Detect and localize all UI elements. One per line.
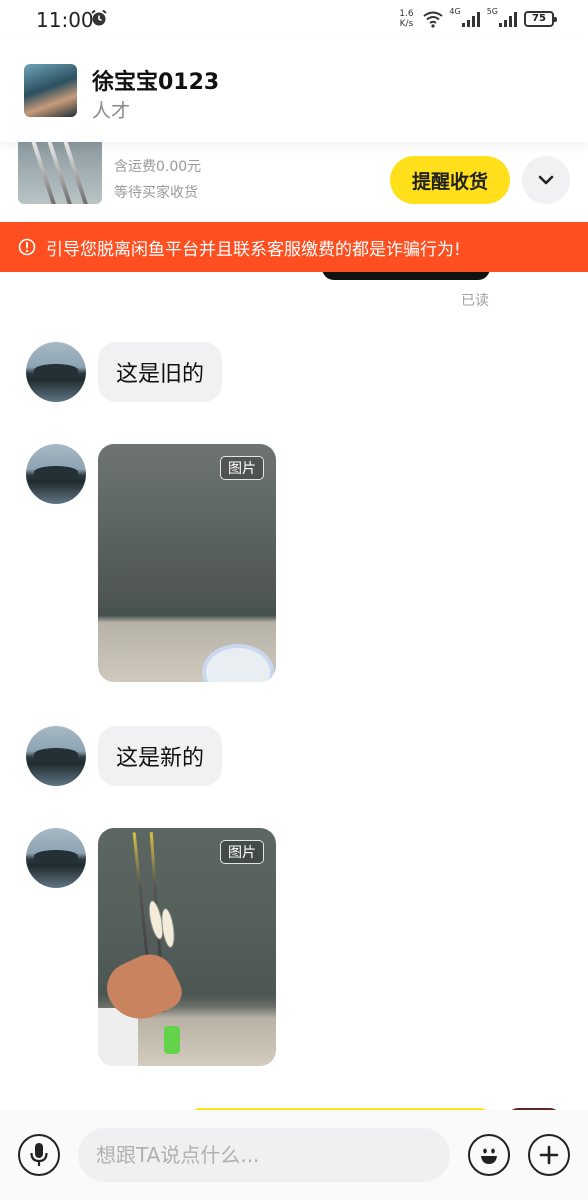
sender-avatar[interactable] [26,444,86,504]
read-status: 已读 [461,293,489,309]
chat-header: 徐宝宝0123 人才 [0,38,588,142]
image-tag: 图片 [220,840,264,864]
battery-icon: 75 [524,11,557,27]
message-image[interactable]: 图片 [98,828,276,1066]
more-button[interactable] [528,1134,570,1176]
voice-button[interactable] [18,1134,60,1176]
cell-signal-icon [499,12,517,27]
bowl-in-photo [202,644,274,682]
order-status: 等待买家收货 [114,185,198,201]
shipping-fee: 含运费0.00元 [114,159,202,175]
previous-message-bubble[interactable] [322,272,490,280]
message-bubble[interactable]: 这是旧的 [98,342,223,402]
sender-avatar[interactable] [26,726,86,786]
plus-icon [539,1145,559,1165]
signal-1-label: 4G [449,7,461,16]
image-tag: 图片 [220,456,264,480]
contact-avatar[interactable] [24,64,77,117]
alarm-icon [91,9,107,26]
signal-2-label: 5G [486,7,498,16]
status-icons: 1.6 K/s 4G 5G 75 [395,7,557,31]
message-input[interactable] [78,1128,450,1182]
green-tag-in-photo [164,1026,180,1054]
input-bar [0,1110,588,1200]
wifi-icon [423,11,444,28]
message-bubble[interactable]: 这是新的 [98,726,223,786]
status-time: 11:00 [36,8,94,32]
expand-button[interactable] [522,156,570,204]
message-list[interactable]: 已读 这是旧的 图片 这是新的 图片 [0,272,588,1110]
emoji-button[interactable] [468,1134,510,1176]
order-card[interactable]: 含运费0.00元 等待买家收货 提醒收货 [0,142,588,222]
float-body [159,907,177,949]
message-image[interactable]: 图片 [98,444,276,682]
fraud-warning-banner: 引导您脱离闲鱼平台并且联系客服缴费的都是诈骗行为! [0,222,588,272]
product-thumbnail[interactable] [18,142,102,204]
sender-avatar[interactable] [26,828,86,888]
sender-avatar[interactable] [26,342,86,402]
status-bar: 11:00 1.6 K/s 4G 5G 75 [0,0,588,38]
warning-icon [18,238,36,256]
network-speed: 1.6 K/s [399,9,414,29]
cell-signal-icon [461,12,480,27]
chat-screen: 11:00 1.6 K/s 4G 5G 75 徐宝宝0123 人才 含运费0.0… [0,0,588,1200]
contact-subtitle: 人才 [92,100,131,122]
contact-name[interactable]: 徐宝宝0123 [92,64,219,96]
warning-text: 引导您脱离闲鱼平台并且联系客服缴费的都是诈骗行为! [46,239,461,260]
emoji-icon [481,1148,497,1164]
microphone-icon [30,1143,48,1166]
remind-receipt-button[interactable]: 提醒收货 [390,156,510,204]
chevron-down-icon [538,175,554,185]
